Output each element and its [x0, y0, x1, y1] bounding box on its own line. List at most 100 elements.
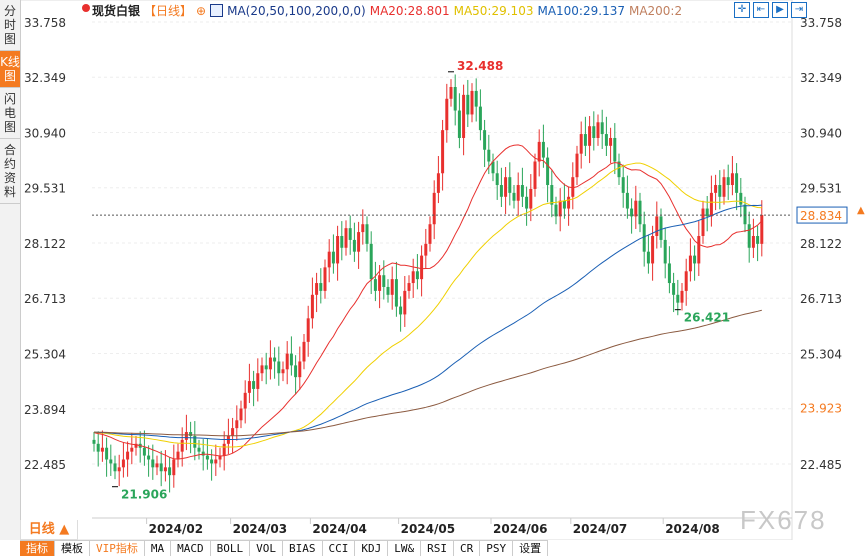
y-tick-right: 30.940 [800, 126, 842, 140]
marker-price-label: 23.923 [800, 402, 842, 416]
candle-body [743, 204, 747, 225]
candle-body [504, 177, 508, 197]
live-indicator-icon [82, 4, 90, 12]
candle-body [180, 439, 184, 452]
x-tick-label: 2024/05 [401, 522, 455, 536]
candle-body [365, 224, 369, 244]
candle-body [378, 275, 382, 291]
indicator-tab-5[interactable]: BOLL [211, 541, 251, 556]
candle-body [722, 177, 726, 197]
indicator-tabs: 指标 模板 VIP指标 MA MACD BOLL VOL BIAS CCI KDJ LW& RSI CR… [20, 540, 549, 556]
candle-body [411, 271, 415, 284]
candle-body [315, 283, 319, 295]
candle-body [604, 134, 608, 146]
indicator-tab-9[interactable]: KDJ [355, 541, 389, 556]
candle-body [323, 267, 327, 291]
x-tick-label: 2024/02 [149, 522, 203, 536]
candle-body [667, 263, 671, 284]
candle-body [92, 439, 96, 444]
candle-body [571, 177, 575, 197]
period-selector[interactable]: 日线 ▲ [20, 520, 78, 540]
indicator-tab-4[interactable]: MACD [171, 541, 211, 556]
indicator-tab-1[interactable]: 模板 [55, 541, 90, 556]
candle-body [609, 137, 613, 146]
candle-body [281, 369, 285, 374]
candle-body [508, 177, 512, 193]
candle-body [130, 447, 134, 452]
candle-body [310, 294, 314, 319]
candle-body [613, 137, 617, 162]
candle-body [596, 122, 600, 138]
indicator-tab-8[interactable]: CCI [323, 541, 356, 556]
chart-legend: 现货白银 【日线】 ⊕ MA(20,50,100,200,0,0) MA20:2… [92, 2, 683, 19]
candle-body [462, 94, 466, 138]
zoom-out-icon[interactable]: ▶ [772, 2, 788, 18]
y-tick-right: 29.531 [800, 182, 842, 196]
candle-body [588, 126, 592, 146]
candle-body [621, 177, 625, 193]
candle-body [113, 463, 117, 472]
chart-toolbar: ✛ ⇤ ▶ ⇥ [734, 2, 807, 18]
sidebar-tab-2[interactable]: 闪电图 [0, 88, 20, 139]
candle-body [663, 239, 667, 264]
indicator-tab-2[interactable]: VIP指标 [90, 541, 145, 556]
ma50-line [93, 162, 762, 448]
candle-body [289, 353, 293, 366]
candle-body [264, 365, 268, 370]
candle-body [126, 451, 130, 460]
candle-body [495, 173, 499, 186]
x-tick-label: 2024/04 [312, 522, 366, 536]
y-tick-left: 29.531 [24, 182, 66, 196]
candlestick-chart[interactable]: 33.758 33.758 32.349 32.349 30.940 30.940 29.5… [0, 0, 868, 540]
x-tick-label: 2024/08 [665, 522, 719, 536]
candle-body [693, 255, 697, 264]
candle-body [142, 447, 146, 456]
candle-body [701, 208, 705, 237]
indicator-tab-13[interactable]: PSY [480, 541, 514, 556]
indicator-tab-0[interactable]: 指标 [20, 541, 55, 556]
ma20-value: MA20:28.801 [369, 3, 450, 18]
plot-frame [19, 0, 793, 540]
indicator-tab-12[interactable]: CR [454, 541, 481, 556]
candle-body [432, 192, 436, 225]
indicator-icon[interactable] [210, 4, 224, 17]
crosshair-icon[interactable]: ✛ [734, 2, 750, 18]
ma200-line [93, 309, 762, 437]
sidebar-tab-1[interactable]: K线图 [0, 51, 20, 88]
candle-body [688, 255, 692, 272]
instrument-name: 现货白银 [92, 4, 141, 18]
zoom-in-icon[interactable]: ⇤ [753, 2, 769, 18]
indicator-tab-14[interactable]: 设置 [513, 541, 549, 556]
y-tick-left: 30.940 [24, 126, 66, 140]
move-right-icon[interactable]: ⇥ [791, 2, 807, 18]
candle-body [382, 275, 386, 287]
candle-body [642, 224, 646, 252]
indicator-tab-10[interactable]: LW& [388, 541, 422, 556]
indicator-tab-3[interactable]: MA [145, 541, 172, 556]
candle-body [109, 459, 113, 464]
ma50-value: MA50:29.103 [453, 3, 534, 18]
y-tick-right: 22.485 [800, 458, 842, 472]
candle-body [222, 443, 226, 456]
candle-body [583, 134, 587, 146]
candle-body [159, 463, 163, 472]
candle-body [672, 283, 676, 295]
add-icon[interactable]: ⊕ [196, 4, 206, 18]
indicator-tab-7[interactable]: BIAS [283, 541, 323, 556]
sidebar-tab-3[interactable]: 合约资料 [0, 139, 20, 204]
candle-body [550, 185, 554, 205]
candle-body [147, 455, 151, 460]
candle-body [466, 94, 470, 115]
candle-body [541, 141, 545, 158]
candle-body [336, 236, 340, 264]
candle-body [319, 283, 323, 291]
indicator-tab-6[interactable]: VOL [250, 541, 283, 556]
indicator-tab-11[interactable]: RSI [421, 541, 454, 556]
sidebar-tab-0[interactable]: 分时图 [0, 0, 20, 51]
price-arrow-icon: ▲ [857, 205, 865, 216]
x-tick-label: 2024/03 [233, 522, 287, 536]
candle-body [403, 290, 407, 315]
candle-body [436, 173, 440, 193]
candle-body [155, 463, 159, 468]
extreme-label: 21.906 [121, 488, 167, 502]
